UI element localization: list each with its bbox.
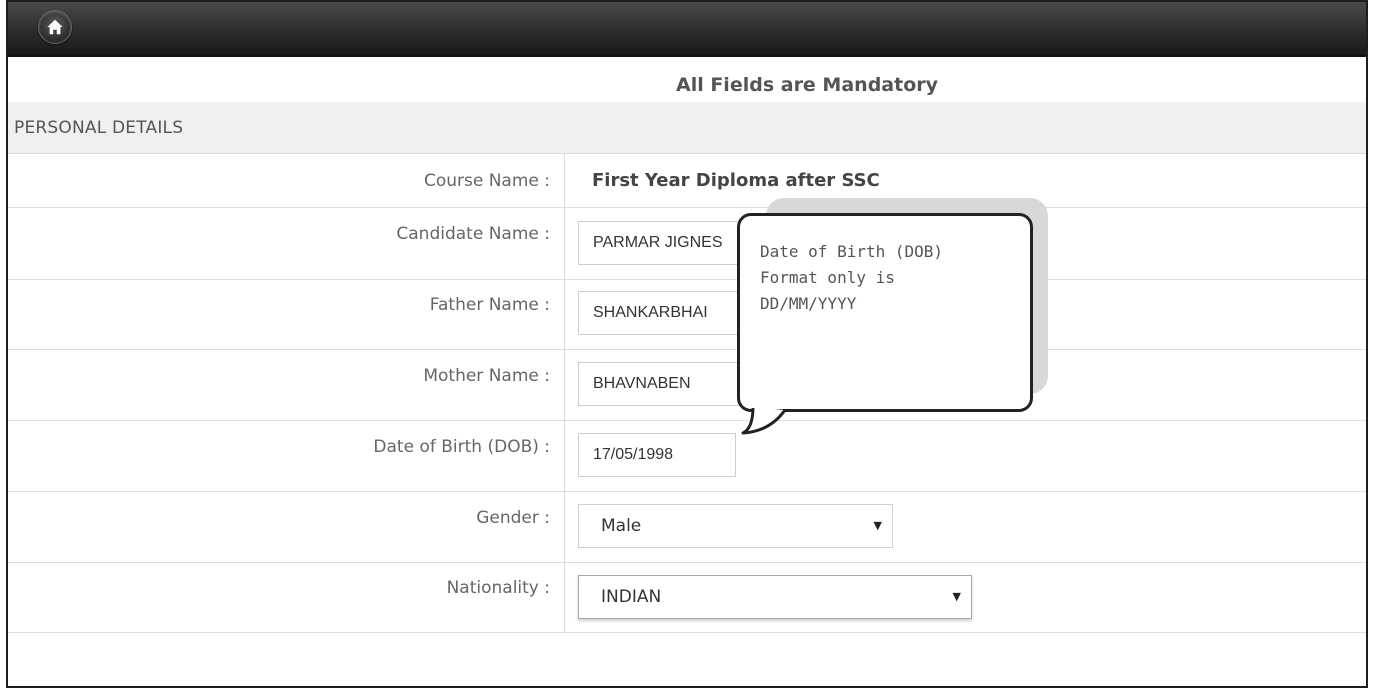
dob-format-tooltip: Date of Birth (DOB) Format only is DD/MM… [737, 213, 1033, 412]
top-navigation-bar [8, 2, 1366, 57]
tooltip-line: Date of Birth (DOB) [760, 242, 944, 261]
dob-input[interactable]: 17/05/1998 [578, 433, 736, 477]
section-header-personal-details: PERSONAL DETAILS [8, 102, 1366, 154]
chevron-down-icon: ▼ [873, 519, 882, 532]
course-name-value: First Year Diploma after SSC [592, 170, 880, 191]
candidate-name-input[interactable]: PARMAR JIGNES [578, 221, 758, 265]
mother-name-label: Mother Name : [423, 366, 550, 386]
row-divider [8, 562, 1366, 563]
home-icon [47, 19, 63, 35]
tooltip-line: DD/MM/YYYY [760, 294, 857, 313]
home-button[interactable] [38, 10, 72, 44]
row-divider [8, 491, 1366, 492]
candidate-name-label: Candidate Name : [396, 224, 550, 244]
gender-select[interactable]: Male ▼ [578, 504, 893, 548]
dob-label: Date of Birth (DOB) : [373, 437, 550, 457]
column-divider [564, 154, 565, 632]
row-divider [8, 632, 1366, 633]
nationality-selected-value: INDIAN [601, 587, 662, 607]
chevron-down-icon: ▼ [952, 590, 961, 603]
row-divider [8, 207, 1366, 208]
row-divider [8, 420, 1366, 421]
gender-selected-value: Male [601, 516, 642, 536]
application-form-frame: All Fields are Mandatory PERSONAL DETAIL… [6, 0, 1368, 688]
tooltip-tail [741, 404, 788, 435]
row-divider [8, 279, 1366, 280]
nationality-select[interactable]: INDIAN ▼ [578, 575, 972, 619]
father-name-label: Father Name : [429, 295, 550, 315]
father-name-input[interactable]: SHANKARBHAI [578, 291, 758, 335]
gender-label: Gender : [476, 508, 550, 528]
mandatory-notice: All Fields are Mandatory [675, 74, 939, 96]
course-name-label: Course Name : [423, 171, 550, 191]
tooltip-line: Format only is [760, 268, 895, 287]
row-divider [8, 349, 1366, 350]
nationality-label: Nationality : [446, 578, 550, 598]
mother-name-input[interactable]: BHAVNABEN [578, 362, 758, 406]
